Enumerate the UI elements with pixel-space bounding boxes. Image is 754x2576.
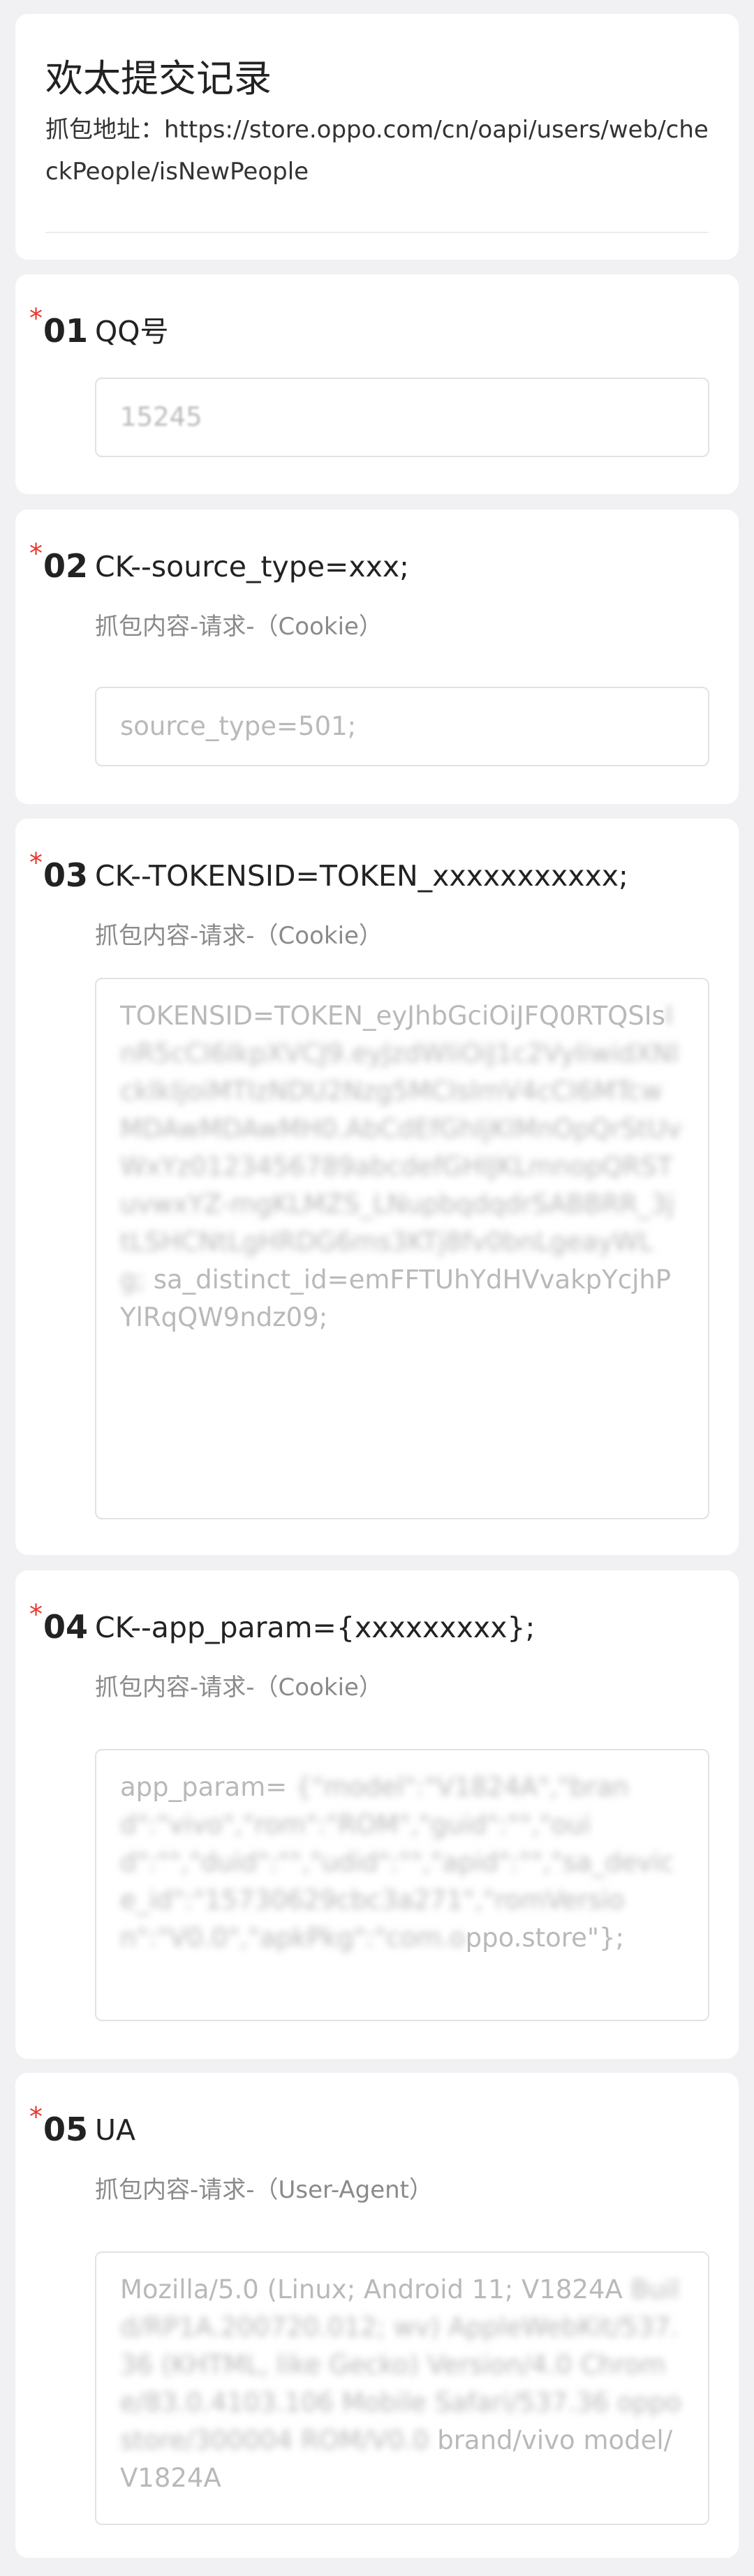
tokensid-value-start: TOKENSID=TOKEN_eyJhbGciOiJFQ0RTQSIs <box>120 1001 665 1031</box>
header-divider <box>45 232 709 233</box>
question-hint: 抓包内容-请求-（User-Agent） <box>95 2176 434 2204</box>
question-hint: 抓包内容-请求-（Cookie） <box>95 1674 383 1702</box>
tokensid-value-end: sa_distinct_id=emFFTUhYdHVvakpYcjhPYlRqQ… <box>120 1265 672 1332</box>
capture-url-text: 抓包地址：https://store.oppo.com/cn/oapi/user… <box>45 116 709 186</box>
required-star: * <box>29 2101 43 2132</box>
question-card-app-param: * 04 CK--app_param={xxxxxxxxx}; 抓包内容-请求-… <box>15 1570 739 2059</box>
tokensid-value-blurred: InR5cCI6IkpXVCJ9.eyJzdWIiOiJ1c2VyIiwidXN… <box>120 1001 682 1295</box>
question-number: 04 <box>43 1608 89 1646</box>
question-number: 01 <box>43 312 89 350</box>
app-param-textarea[interactable]: app_param= {"model":"V1824A","brand":"vi… <box>95 1749 709 2021</box>
required-star: * <box>29 538 43 569</box>
source-type-input[interactable]: source_type=501; <box>95 687 709 766</box>
app-param-value-start: app_param= <box>120 1772 288 1802</box>
qq-input-value: 15245 <box>120 402 202 432</box>
question-card-source-type: * 02 CK--source_type=xxx; 抓包内容-请求-（Cooki… <box>15 509 739 804</box>
question-number: 03 <box>43 856 89 894</box>
question-card-tokensid: * 03 CK--TOKENSID=TOKEN_xxxxxxxxxxx; 抓包内… <box>15 819 739 1555</box>
question-title: CK--source_type=xxx; <box>95 550 409 583</box>
question-title: QQ号 <box>95 315 169 348</box>
question-title: CK--TOKENSID=TOKEN_xxxxxxxxxxx; <box>95 859 628 893</box>
qq-input[interactable]: 15245 <box>95 378 709 457</box>
tokensid-textarea[interactable]: TOKENSID=TOKEN_eyJhbGciOiJFQ0RTQSIsInR5c… <box>95 978 709 1519</box>
required-star: * <box>29 303 43 334</box>
ua-value-start: Mozilla/5.0 (Linux; Android 11; V1824A <box>120 2275 623 2305</box>
question-title: CK--app_param={xxxxxxxxx}; <box>95 1611 535 1644</box>
source-type-input-value: source_type=501; <box>120 711 357 741</box>
question-hint: 抓包内容-请求-（Cookie） <box>95 922 383 950</box>
question-hint: 抓包内容-请求-（Cookie） <box>95 613 383 641</box>
question-number: 02 <box>43 547 89 585</box>
question-number: 05 <box>43 2110 89 2148</box>
question-card-qq: * 01 QQ号 15245 <box>15 274 739 494</box>
page-title: 欢太提交记录 <box>45 57 272 100</box>
required-star: * <box>29 847 43 878</box>
app-param-value-end: ppo.store"}; <box>465 1923 624 1953</box>
ua-textarea[interactable]: Mozilla/5.0 (Linux; Android 11; V1824A B… <box>95 2251 709 2525</box>
required-star: * <box>29 1599 43 1630</box>
question-card-ua: * 05 UA 抓包内容-请求-（User-Agent） Mozilla/5.0… <box>15 2073 739 2558</box>
form-header-card: 欢太提交记录 抓包地址：https://store.oppo.com/cn/oa… <box>15 14 739 260</box>
question-title: UA <box>95 2113 136 2147</box>
